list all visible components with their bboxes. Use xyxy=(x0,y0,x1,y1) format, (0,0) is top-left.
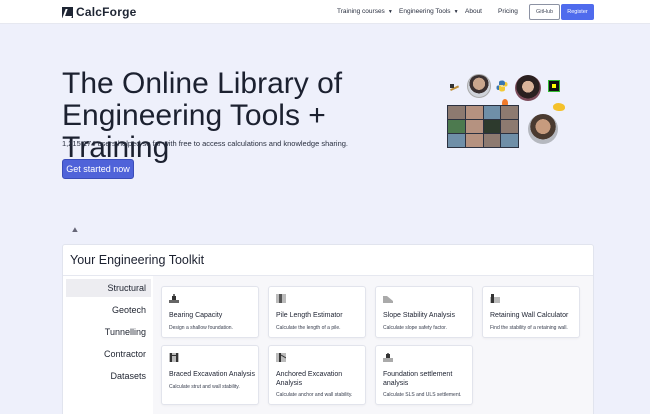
tool-title: Braced Excavation Analysis xyxy=(169,371,255,378)
category-label: Structural xyxy=(107,283,146,293)
tool-title: Foundation settlement analysis xyxy=(383,371,453,387)
category-label: Geotech xyxy=(111,305,146,315)
anchored-excavation-icon xyxy=(276,353,286,362)
category-label: Contractor xyxy=(103,349,146,359)
tool-description: Find the stability of a retaining wall. xyxy=(490,325,568,331)
tool-card-bearing-capacity[interactable]: Bearing Capacity Design a shallow founda… xyxy=(161,286,259,338)
category-label: Datasets xyxy=(110,371,146,381)
nav-item-label: Pricing xyxy=(498,8,518,15)
register-button[interactable]: Register xyxy=(561,4,594,20)
hero-subtitle: 1,215,174 users helped so far with free … xyxy=(62,139,349,148)
nav-training-courses[interactable]: Training courses ▼ xyxy=(337,8,393,15)
category-tab-datasets[interactable]: Datasets xyxy=(66,367,151,385)
app-logo-icon xyxy=(548,80,560,92)
brand-name-prefix: Calc xyxy=(76,5,103,19)
tool-card-foundation-settlement-analysis[interactable]: Foundation settlement analysis Calculate… xyxy=(375,345,473,405)
python-logo-icon xyxy=(496,80,508,92)
tool-title: Retaining Wall Calculator xyxy=(490,312,569,319)
get-started-button[interactable]: Get started now xyxy=(62,159,134,179)
chevron-down-icon: ▼ xyxy=(453,8,459,15)
brand-logo[interactable]: CalcForge xyxy=(62,5,137,19)
nav-item-label: Training courses xyxy=(337,8,385,15)
tool-card-anchored-excavation-analysis[interactable]: Anchored Excavation Analysis Calculate a… xyxy=(268,345,366,405)
hero-title-line-2: Engineering Tools + Training xyxy=(62,99,326,164)
retaining-wall-icon xyxy=(490,294,500,303)
calcforge-logo-icon xyxy=(62,6,73,18)
tool-title: Anchored Excavation Analysis xyxy=(276,371,343,387)
tool-description: Calculate the length of a pile. xyxy=(276,325,341,331)
tool-card-retaining-wall-calculator[interactable]: Retaining Wall Calculator Find the stabi… xyxy=(482,286,580,338)
category-tab-structural[interactable]: Structural xyxy=(66,279,151,297)
video-call-grid xyxy=(447,105,519,148)
brand-name-suffix: Forge xyxy=(102,5,137,19)
tool-title: Bearing Capacity xyxy=(169,312,223,319)
nav-item-label: About xyxy=(465,8,482,15)
tool-card-braced-excavation-analysis[interactable]: Braced Excavation Analysis Calculate str… xyxy=(161,345,259,405)
tool-description: Calculate strut and wall stability. xyxy=(169,384,240,390)
tool-description: Calculate anchor and wall stability. xyxy=(276,392,353,398)
avatar-person-3 xyxy=(528,114,558,144)
pile-icon xyxy=(276,294,286,303)
hammer-icon xyxy=(450,84,460,92)
tool-description: Design a shallow foundation. xyxy=(169,325,233,331)
avatar-person-2 xyxy=(515,75,541,101)
tool-card-slope-stability-analysis[interactable]: Slope Stability Analysis Calculate slope… xyxy=(375,286,473,338)
category-tab-tunnelling[interactable]: Tunnelling xyxy=(66,323,151,341)
top-navbar: CalcForge Training courses ▼ Engineering … xyxy=(0,0,650,24)
slope-icon xyxy=(383,296,393,303)
tool-description: Calculate SLS and ULS settlement. xyxy=(383,392,462,398)
nav-about[interactable]: About xyxy=(465,8,482,15)
bird-icon xyxy=(553,103,565,111)
nav-engineering-tools[interactable]: Engineering Tools ▼ xyxy=(399,8,459,15)
github-button[interactable]: GitHub xyxy=(529,4,560,20)
hero-title: The Online Library of Engineering Tools … xyxy=(62,68,422,164)
nav-item-label: Engineering Tools xyxy=(399,8,451,15)
hero-title-line-1: The Online Library of xyxy=(62,67,343,100)
tool-description: Calculate slope safety factor. xyxy=(383,325,447,331)
tool-title: Pile Length Estimator xyxy=(276,312,343,319)
toolkit-title: Your Engineering Toolkit xyxy=(70,253,205,267)
brand-name: CalcForge xyxy=(76,5,137,19)
engineering-toolkit-panel: Your Engineering Toolkit Structural Geot… xyxy=(62,244,594,414)
category-tab-contractor[interactable]: Contractor xyxy=(66,345,151,363)
tool-title: Slope Stability Analysis xyxy=(383,312,455,319)
nav-pricing[interactable]: Pricing xyxy=(498,8,518,15)
foundation-icon xyxy=(169,294,179,303)
tool-card-pile-length-estimator[interactable]: Pile Length Estimator Calculate the leng… xyxy=(268,286,366,338)
tools-grid: Bearing Capacity Design a shallow founda… xyxy=(153,276,593,414)
avatar-person-1 xyxy=(467,74,491,98)
category-tab-geotech[interactable]: Geotech xyxy=(66,301,151,319)
category-label: Tunnelling xyxy=(104,327,146,337)
chevron-down-icon: ▼ xyxy=(387,8,393,15)
braced-excavation-icon xyxy=(169,353,179,362)
settlement-icon xyxy=(383,353,393,362)
broken-image-icon: ⛰ xyxy=(72,227,78,234)
